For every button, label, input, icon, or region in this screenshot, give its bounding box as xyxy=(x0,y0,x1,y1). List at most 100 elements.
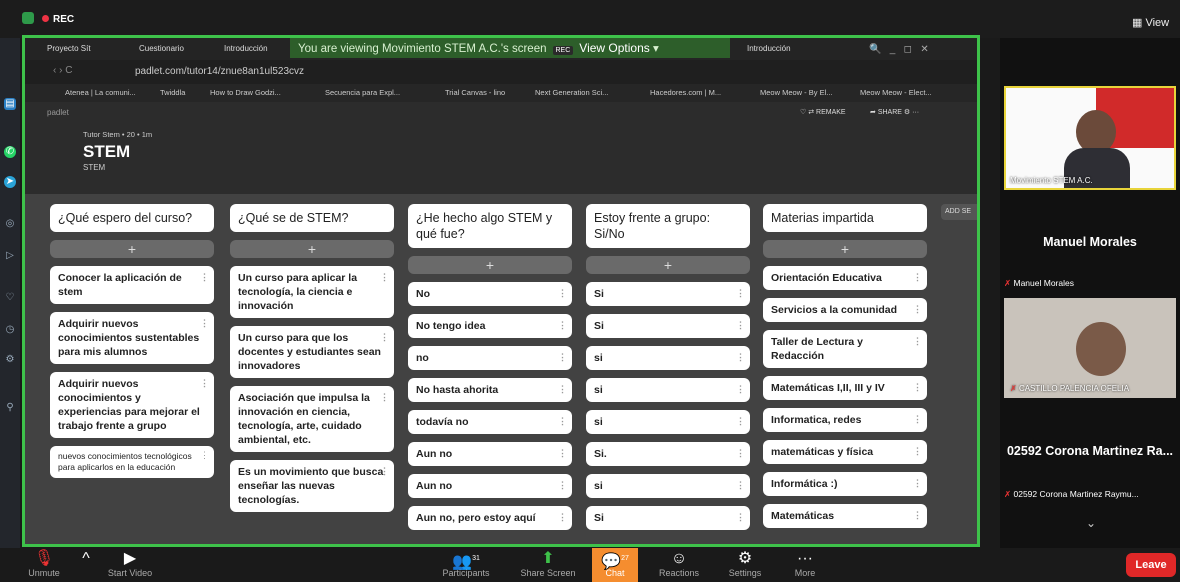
add-post-button[interactable]: + xyxy=(586,256,750,274)
host-video[interactable]: Movimiento STEM A.C. xyxy=(1004,86,1176,190)
post-card[interactable]: no ⋮ xyxy=(408,346,572,370)
bookmark[interactable]: Atenea | La comuni... xyxy=(65,88,136,97)
reactions-button[interactable]: ☺ Reactions xyxy=(652,548,706,578)
participant-name-large: Manuel Morales xyxy=(1043,235,1137,249)
ellipsis-icon: ··· xyxy=(797,550,813,567)
column-header: ¿Qué se de STEM? xyxy=(230,204,394,232)
play-icon[interactable]: ▷ xyxy=(4,250,16,262)
post-card[interactable]: Aun no, pero estoy aquí ⋮ xyxy=(408,506,572,530)
bookmark[interactable]: Next Generation Sci... xyxy=(535,88,608,97)
padlet-page: padlet Tutor Stem • 20 • 1m STEM STEM ♡ … xyxy=(25,102,977,544)
heart-icon[interactable]: ♡ xyxy=(4,292,16,304)
telegram-icon[interactable]: ➤ xyxy=(4,176,16,188)
history-icon[interactable]: ◷ xyxy=(4,324,16,336)
add-post-button[interactable]: + xyxy=(408,256,572,274)
column-expectations: ¿Qué espero del curso? + Conocer la apli… xyxy=(50,204,214,478)
chat-button[interactable]: 💬27 Chat xyxy=(592,548,638,582)
post-card[interactable]: Es un movimiento que busca enseñar las n… xyxy=(230,460,394,512)
post-card[interactable]: Orientación Educativa ⋮ xyxy=(763,266,927,290)
post-card[interactable]: nuevos conocimientos tecnológicos para a… xyxy=(50,446,214,478)
browser-tab[interactable]: Proyecto Sít xyxy=(43,42,133,56)
add-post-button[interactable]: + xyxy=(230,240,394,258)
remake-button[interactable]: ♡ ⇄ REMAKE xyxy=(800,108,846,116)
meeting-toolbar: 🎙 Unmute ^ ▶ Start Video 👥31 Participants ⬆… xyxy=(0,548,1180,582)
post-card[interactable]: No tengo idea ⋮ xyxy=(408,314,572,338)
column-subjects: Materias impartida + Orientación Educati… xyxy=(763,204,927,528)
media-icon[interactable]: ◎ xyxy=(4,218,16,230)
post-card[interactable]: Aun no ⋮ xyxy=(408,442,572,466)
post-card[interactable]: Conocer la aplicación de stem ⋮ xyxy=(50,266,214,304)
post-card[interactable]: si ⋮ xyxy=(586,410,750,434)
participant-video[interactable]: ✗ CASTILLO PALENCIA OFELIA xyxy=(1004,298,1176,398)
column-teaching: Estoy frente a grupo: Si/No + Si ⋮ Si ⋮ si… xyxy=(586,204,750,530)
browser-tab[interactable]: Introducción xyxy=(743,42,833,56)
post-card[interactable]: si ⋮ xyxy=(586,474,750,498)
post-card[interactable]: Taller de Lectura y Redacción ⋮ xyxy=(763,330,927,368)
participants-button[interactable]: 👥31 Participants xyxy=(432,548,500,578)
share-screen-button[interactable]: ⬆ Share Screen xyxy=(514,548,582,578)
people-icon: 👥31 xyxy=(452,553,480,571)
post-card[interactable]: si ⋮ xyxy=(586,378,750,402)
padlet-board: ¿Qué espero del curso? + Conocer la apli… xyxy=(25,194,977,544)
share-button[interactable]: ➦ SHARE ⚙ ··· xyxy=(870,108,919,116)
browser-tab[interactable]: Introducción xyxy=(220,42,285,56)
unmute-button[interactable]: 🎙 Unmute xyxy=(20,548,68,578)
calendar-icon[interactable]: ▤ xyxy=(4,98,16,110)
start-video-button[interactable]: ▶ Start Video xyxy=(100,548,160,578)
view-options-button[interactable]: View Options xyxy=(579,41,649,55)
participant-label: ✗ Manuel Morales xyxy=(1004,278,1074,288)
gear-icon[interactable]: ⚙ xyxy=(4,354,16,366)
whatsapp-icon[interactable]: ✆ xyxy=(4,146,16,158)
back-icon[interactable]: ‹ › C xyxy=(53,65,72,76)
post-card[interactable]: Adquirir nuevos conocimientos y experien… xyxy=(50,372,214,438)
post-card[interactable]: Asociación que impulsa la innovación en … xyxy=(230,386,394,452)
post-card[interactable]: Matemáticas I,II, III y IV ⋮ xyxy=(763,376,927,400)
zoom-top-bar: REC ▦ View xyxy=(0,0,1180,38)
post-card[interactable]: Informática :) ⋮ xyxy=(763,472,927,496)
bookmark[interactable]: Meow Meow - By El... xyxy=(760,88,833,97)
url-field[interactable]: padlet.com/tutor14/znue8an1ul523cvz xyxy=(135,66,304,77)
chevron-down-icon[interactable]: ⌄ xyxy=(1086,516,1096,530)
post-card[interactable]: No hasta ahorita ⋮ xyxy=(408,378,572,402)
participant-label: ✗ CASTILLO PALENCIA OFELIA xyxy=(1010,384,1130,393)
settings-button[interactable]: ⚙ Settings xyxy=(720,548,770,578)
post-card[interactable]: Matemáticas ⋮ xyxy=(763,504,927,528)
post-card[interactable]: Un curso para aplicar la tecnología, la … xyxy=(230,266,394,318)
window-controls[interactable]: 🔍 _ ◻ ✕ xyxy=(865,42,975,56)
post-card[interactable]: Adquirir nuevos conocimientos sustentabl… xyxy=(50,312,214,364)
shared-screen: Proyecto Sít Cuestionario Introducción I… xyxy=(22,35,980,547)
bookmark[interactable]: Secuencia para Expl... xyxy=(325,88,400,97)
browser-tab[interactable]: Cuestionario xyxy=(135,42,215,56)
bookmark[interactable]: Meow Meow - Elect... xyxy=(860,88,932,97)
bookmark[interactable]: How to Draw Godzi... xyxy=(210,88,281,97)
shield-icon xyxy=(22,12,34,24)
add-post-button[interactable]: + xyxy=(50,240,214,258)
view-button[interactable]: ▦ View xyxy=(1132,16,1169,29)
post-card[interactable]: Un curso para que los docentes y estudia… xyxy=(230,326,394,378)
post-card[interactable]: matemáticas y física ⋮ xyxy=(763,440,927,464)
post-card[interactable]: si ⋮ xyxy=(586,346,750,370)
post-card[interactable]: Si ⋮ xyxy=(586,506,750,530)
bookmark[interactable]: Trial Canvas - lino xyxy=(445,88,505,97)
post-card[interactable]: todavía no ⋮ xyxy=(408,410,572,434)
bookmark[interactable]: Twiddla xyxy=(160,88,185,97)
post-card[interactable]: Si ⋮ xyxy=(586,282,750,306)
audio-options-button[interactable]: ^ xyxy=(74,548,98,568)
post-card[interactable]: Si ⋮ xyxy=(586,314,750,338)
bookmark[interactable]: Hacedores.com | M... xyxy=(650,88,721,97)
post-card[interactable]: Informatica, redes ⋮ xyxy=(763,408,927,432)
participants-panel: Movimiento STEM A.C. Manuel Morales ✗ Ma… xyxy=(1000,38,1180,548)
add-section-button[interactable]: ADD SE xyxy=(941,204,977,220)
leave-button[interactable]: Leave xyxy=(1126,553,1176,577)
pin-icon[interactable]: ⚲ xyxy=(4,402,16,414)
add-post-button[interactable]: + xyxy=(763,240,927,258)
post-card[interactable]: Servicios a la comunidad ⋮ xyxy=(763,298,927,322)
share-arrow-icon: ⬆ xyxy=(541,550,555,567)
column-header: ¿He hecho algo STEM y qué fue? xyxy=(408,204,572,248)
participant-label: ✗ 02592 Corona Martinez Raymu... xyxy=(1004,489,1139,499)
more-button[interactable]: ··· More xyxy=(782,548,828,578)
participant-name-large: 02592 Corona Martinez Ra... xyxy=(1006,444,1174,458)
post-card[interactable]: Aun no ⋮ xyxy=(408,474,572,498)
post-card[interactable]: Si. ⋮ xyxy=(586,442,750,466)
post-card[interactable]: No ⋮ xyxy=(408,282,572,306)
